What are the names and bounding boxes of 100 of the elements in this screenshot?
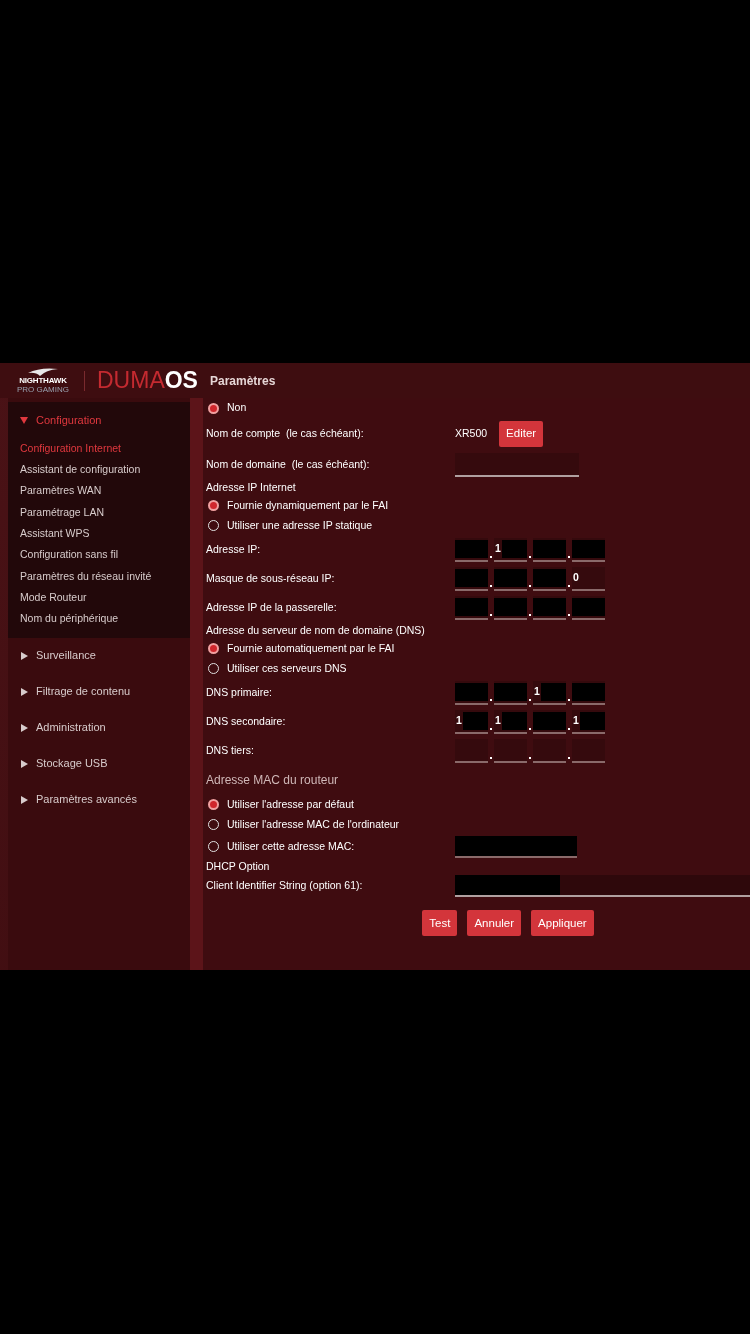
dot-separator xyxy=(529,757,531,759)
dot-separator xyxy=(529,614,531,617)
radio-button[interactable] xyxy=(208,799,219,810)
sidebar-item[interactable]: Mode Routeur xyxy=(8,587,190,609)
redaction-bar xyxy=(533,712,566,730)
octet-field[interactable] xyxy=(455,596,488,621)
dot-separator xyxy=(529,585,531,588)
redaction-bar xyxy=(455,540,488,559)
dot-separator xyxy=(568,556,570,559)
radio-label: Fournie dynamiquement par le FAI xyxy=(227,497,389,513)
field-label: Client Identifier String (option 61): xyxy=(206,878,364,894)
octet-field[interactable] xyxy=(572,538,605,563)
octet-field[interactable] xyxy=(455,538,488,563)
radio-button[interactable] xyxy=(208,643,219,654)
field-label: DNS secondaire: xyxy=(206,714,287,730)
octet-field[interactable]: 1 xyxy=(494,710,527,734)
dot-separator xyxy=(568,585,570,588)
caret-right-icon xyxy=(20,651,28,660)
form-button[interactable]: Test xyxy=(422,910,458,937)
octet-field[interactable] xyxy=(533,596,566,621)
octet-field[interactable] xyxy=(494,739,527,763)
input-field[interactable] xyxy=(455,875,750,898)
redaction-bar xyxy=(501,540,527,559)
radio-label: Utiliser cette adresse MAC: xyxy=(227,838,355,854)
caret-right-icon xyxy=(20,723,28,732)
logo-tagline: PRO GAMING xyxy=(17,386,69,394)
sidebar-section[interactable]: Configuration xyxy=(8,402,190,438)
sidebar-item[interactable]: Configuration Internet xyxy=(8,438,190,460)
dot-separator xyxy=(568,614,570,617)
octet-field[interactable] xyxy=(533,538,566,563)
dot-separator xyxy=(568,757,570,759)
section-title: Adresse MAC du routeur xyxy=(206,772,339,789)
octet-field[interactable] xyxy=(533,710,566,734)
field-label: Nom de compte (le cas échéant): xyxy=(206,426,365,442)
octet-field[interactable] xyxy=(455,681,488,705)
redaction-bar xyxy=(455,569,488,588)
redaction-bar xyxy=(533,598,566,617)
redaction-bar xyxy=(462,712,488,730)
octet-field[interactable]: 1 xyxy=(455,710,488,734)
dot-separator xyxy=(529,556,531,559)
sidebar-section[interactable]: Administration xyxy=(8,709,190,746)
octet-field[interactable]: 1 xyxy=(572,710,605,734)
redaction-bar xyxy=(540,683,566,701)
caret-right-icon xyxy=(20,687,28,696)
form-button[interactable]: Annuler xyxy=(467,910,522,937)
field-label: DNS primaire: xyxy=(206,685,273,701)
form-button[interactable]: Appliquer xyxy=(531,910,594,937)
caret-right-icon xyxy=(20,759,28,768)
dot-separator xyxy=(568,728,570,730)
octet-field[interactable] xyxy=(455,567,488,592)
radio-button[interactable] xyxy=(208,500,219,512)
field-label: Adresse IP: xyxy=(206,542,262,558)
dot-separator xyxy=(529,728,531,730)
octet-field[interactable] xyxy=(494,596,527,621)
octet-field[interactable] xyxy=(572,596,605,621)
redaction-bar xyxy=(572,540,605,559)
redaction-bar xyxy=(501,712,527,730)
dot-separator xyxy=(529,699,531,701)
octet-field[interactable] xyxy=(533,567,566,592)
input-field[interactable] xyxy=(455,453,579,477)
sidebar-section[interactable]: Filtrage de contenu xyxy=(8,673,190,710)
sidebar-section[interactable]: Surveillance xyxy=(8,637,190,674)
field-label: Masque de sous-réseau IP: xyxy=(206,571,336,587)
redaction-bar xyxy=(494,683,527,701)
octet-field[interactable]: 1 xyxy=(494,538,527,563)
redaction-bar xyxy=(494,598,527,617)
section-label: Adresse IP Internet xyxy=(206,480,296,495)
octet-field[interactable]: 0 xyxy=(572,567,605,592)
edit-button[interactable]: Editer xyxy=(499,421,544,447)
radio-label: Utiliser l'adresse par défaut xyxy=(227,796,354,812)
sidebar-item[interactable]: Paramètres du réseau invité xyxy=(8,565,190,588)
section-label: DHCP Option xyxy=(206,858,270,874)
sidebar-item[interactable]: Paramétrage LAN xyxy=(8,501,190,524)
field-value: XR500 xyxy=(455,426,488,442)
dot-separator xyxy=(490,585,492,588)
octet-field[interactable] xyxy=(494,567,527,592)
field-label: Adresse IP de la passerelle: xyxy=(206,600,338,616)
sidebar-section[interactable]: Stockage USB xyxy=(8,745,190,782)
octet-field[interactable] xyxy=(455,739,488,763)
brand-logo: DUMAOS xyxy=(97,369,198,392)
radio-label: Utiliser l'adresse MAC de l'ordinateur xyxy=(227,816,400,832)
sidebar-item[interactable]: Configuration sans fil xyxy=(8,544,190,566)
redaction-bar xyxy=(572,683,605,701)
sidebar-item[interactable]: Assistant WPS xyxy=(8,523,190,545)
sidebar-item[interactable]: Assistant de configuration xyxy=(8,459,190,481)
octet-field[interactable] xyxy=(533,739,566,763)
redaction-bar xyxy=(533,569,566,588)
redaction-bar xyxy=(533,540,566,559)
dot-separator xyxy=(568,699,570,701)
octet-field[interactable] xyxy=(572,681,605,705)
octet-field[interactable] xyxy=(572,739,605,763)
radio-button[interactable] xyxy=(208,402,219,414)
octet-field[interactable]: 1 xyxy=(533,681,566,705)
dot-separator xyxy=(490,757,492,759)
redaction-bar xyxy=(455,598,488,617)
sidebar-item[interactable]: Paramètres WAN xyxy=(8,480,190,502)
sidebar-section[interactable]: Paramètres avancés xyxy=(8,781,190,818)
octet-field[interactable] xyxy=(494,681,527,705)
field-label: DNS tiers: xyxy=(206,743,255,759)
sidebar-item[interactable]: Nom du périphérique xyxy=(8,608,190,630)
